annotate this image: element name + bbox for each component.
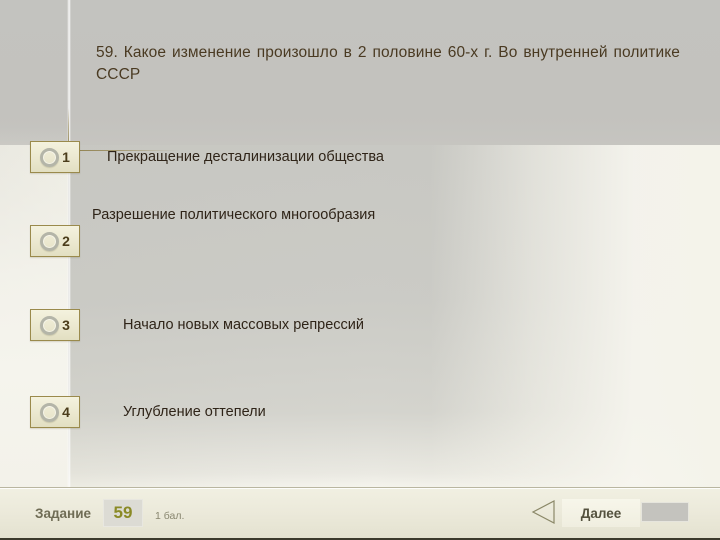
radio-ring-icon	[40, 315, 60, 335]
quiz-slide: 59. Какое изменение произошло в 2 полови…	[0, 0, 720, 540]
answer-option-3-button[interactable]: 3	[30, 309, 80, 341]
next-button-label: Далее	[580, 505, 622, 521]
footer-top-highlight	[0, 488, 720, 489]
question-text: 59. Какое изменение произошло в 2 полови…	[96, 44, 680, 83]
answer-option-4[interactable]: 4 Углубление оттепели	[30, 394, 266, 430]
answer-option-3[interactable]: 3 Начало новых массовых репрессий	[30, 307, 364, 343]
answer-option-1-label: Прекращение десталинизации общества	[107, 149, 384, 165]
answer-option-1-button[interactable]: 1	[30, 141, 80, 173]
radio-ring-icon	[40, 402, 60, 422]
answer-option-1[interactable]: 1 Прекращение десталинизации общества	[30, 139, 384, 175]
radio-ring-icon	[40, 147, 60, 167]
answer-option-2-number: 2	[62, 233, 70, 249]
task-number: 59	[113, 503, 133, 522]
answer-option-4-button[interactable]: 4	[30, 396, 80, 428]
points-label: 1 бал.	[155, 510, 185, 522]
answer-option-3-number: 3	[62, 317, 70, 333]
task-label: Задание	[35, 506, 92, 521]
next-button[interactable]: Далее	[562, 499, 640, 527]
answer-option-4-label: Углубление оттепели	[123, 404, 266, 420]
answer-option-3-label: Начало новых массовых репрессий	[123, 317, 364, 333]
task-number-box: 59	[103, 499, 143, 527]
previous-button[interactable]	[529, 498, 559, 526]
answer-option-2-button[interactable]: 2	[30, 225, 80, 257]
answers-background-highlight	[430, 145, 720, 487]
answer-option-2[interactable]: 2 Разрешение политического многообразия	[30, 207, 375, 259]
answer-option-1-number: 1	[62, 149, 70, 165]
radio-ring-icon	[40, 231, 60, 251]
answer-option-2-label: Разрешение политического многообразия	[92, 207, 376, 223]
progress-indicator[interactable]	[641, 502, 689, 522]
triangle-left-icon	[529, 498, 559, 526]
answer-option-4-number: 4	[62, 404, 70, 420]
